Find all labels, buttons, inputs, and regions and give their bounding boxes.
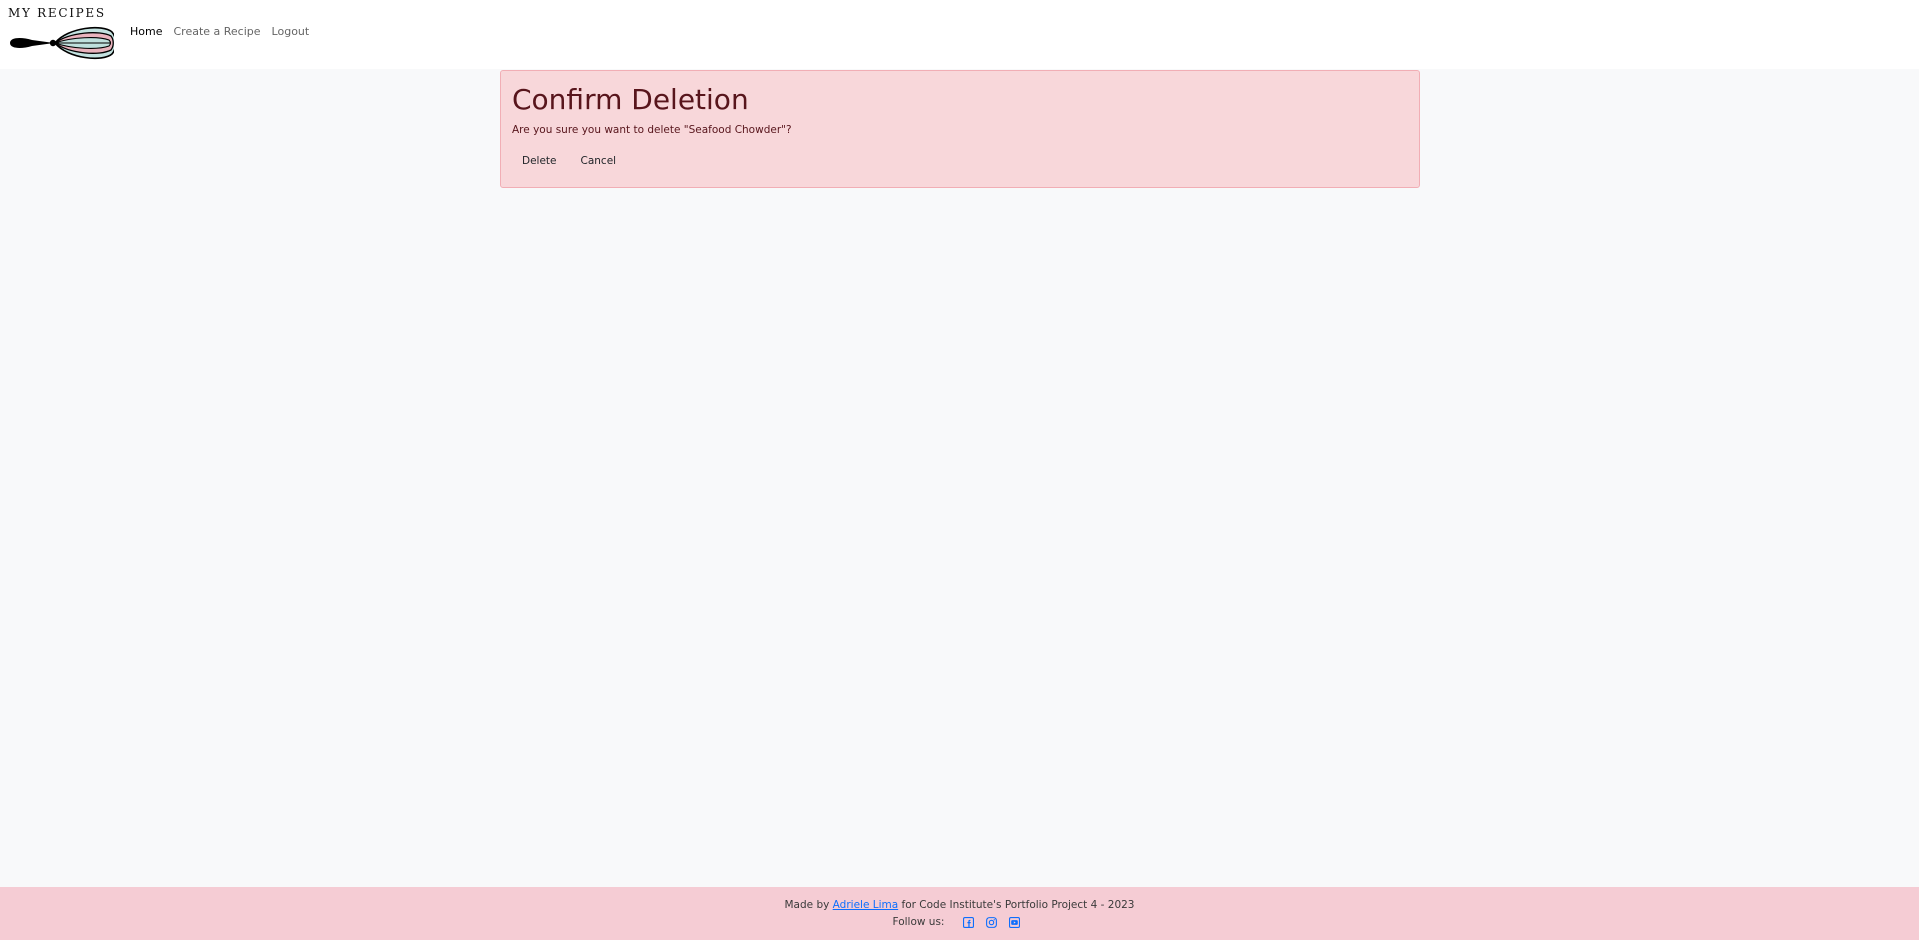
confirm-title: Confirm Deletion (512, 83, 749, 116)
brand-link[interactable]: MY RECIPES (8, 6, 114, 60)
navbar: MY RECIPES Home Create a Recipe Logout (0, 0, 1919, 69)
instagram-link[interactable] (986, 916, 998, 928)
youtube-icon (1009, 916, 1021, 928)
instagram-icon (986, 916, 998, 928)
youtube-link[interactable] (1009, 916, 1021, 928)
footer-credit: Made by Adriele Lima for Code Institute'… (0, 899, 1919, 911)
confirm-message: Are you sure you want to delete "Seafood… (512, 124, 792, 136)
facebook-icon (963, 916, 975, 928)
nav-home-link[interactable]: Home (130, 25, 162, 38)
footer-made-by-suffix: for Code Institute's Portfolio Project 4… (901, 899, 1135, 911)
delete-button[interactable]: Delete (512, 150, 567, 172)
facebook-link[interactable] (963, 916, 975, 928)
brand-name: MY RECIPES (8, 6, 106, 20)
confirm-deletion-alert: Confirm Deletion Are you sure you want t… (500, 70, 1420, 188)
footer-made-by-prefix: Made by (784, 899, 830, 911)
whisk-logo-icon (10, 26, 114, 60)
nav-logout-link[interactable]: Logout (272, 25, 310, 38)
follow-us-label: Follow us: (892, 916, 945, 928)
footer-author-link[interactable]: Adriele Lima (833, 899, 899, 911)
confirm-actions: Delete Cancel (512, 150, 626, 172)
cancel-button[interactable]: Cancel (571, 150, 627, 172)
nav-links: Home Create a Recipe Logout (130, 25, 309, 38)
footer-social: Follow us: (0, 916, 1919, 928)
nav-create-recipe-link[interactable]: Create a Recipe (173, 25, 260, 38)
footer: Made by Adriele Lima for Code Institute'… (0, 887, 1919, 940)
